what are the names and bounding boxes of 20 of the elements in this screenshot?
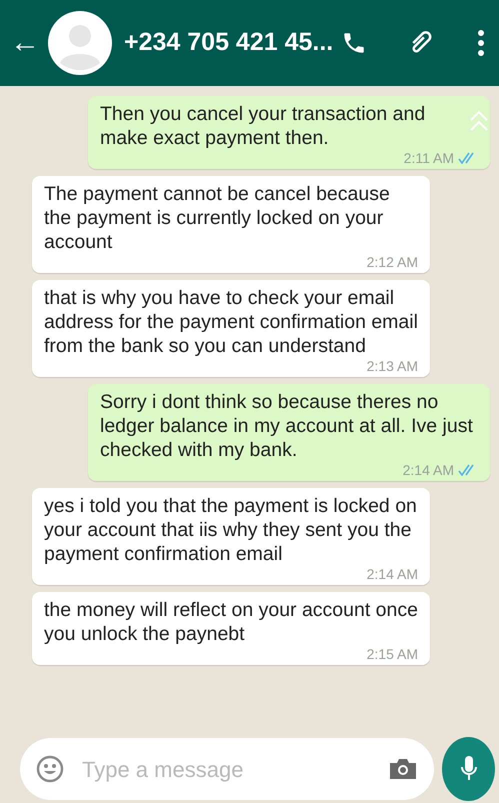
avatar-icon	[48, 11, 112, 75]
message-field[interactable]: Type a message	[80, 752, 372, 786]
message-text: yes i told you that the payment is locked on your account that iis why they sent you the payment confirmation email	[44, 494, 418, 566]
message-text: Sorry i dont think so because theres no ledger balance in my account at all. Ive just checked with my bank.	[100, 390, 474, 462]
message-text: The payment cannot be cancel because the payment is currently locked on your account	[44, 182, 391, 254]
emoji-icon[interactable]	[36, 755, 64, 783]
message-time: 2:12 AM	[366, 254, 418, 270]
contact-name: +234 705 421 45...	[124, 27, 334, 58]
message-input[interactable]: Type a message	[20, 738, 434, 800]
message-text: that is why you have to check your email address for the payment confirmation email from the bank so you can understand	[44, 286, 418, 358]
message-time: 2:13 AM	[366, 358, 418, 374]
message-text: the money will reflect on your account once you unlock the paynebt	[44, 598, 418, 646]
message-time: 2:11 AM	[404, 150, 478, 166]
message-time: 2:15 AM	[366, 646, 418, 662]
message-text: Then you cancel your transaction and make exact payment then.	[100, 102, 426, 150]
message-time: 2:14 AM	[402, 462, 478, 478]
back-button[interactable]: ←	[10, 28, 40, 58]
menu-icon[interactable]	[477, 29, 486, 57]
message-time: 2:14 AM	[366, 566, 418, 582]
camera-icon[interactable]	[388, 757, 418, 781]
